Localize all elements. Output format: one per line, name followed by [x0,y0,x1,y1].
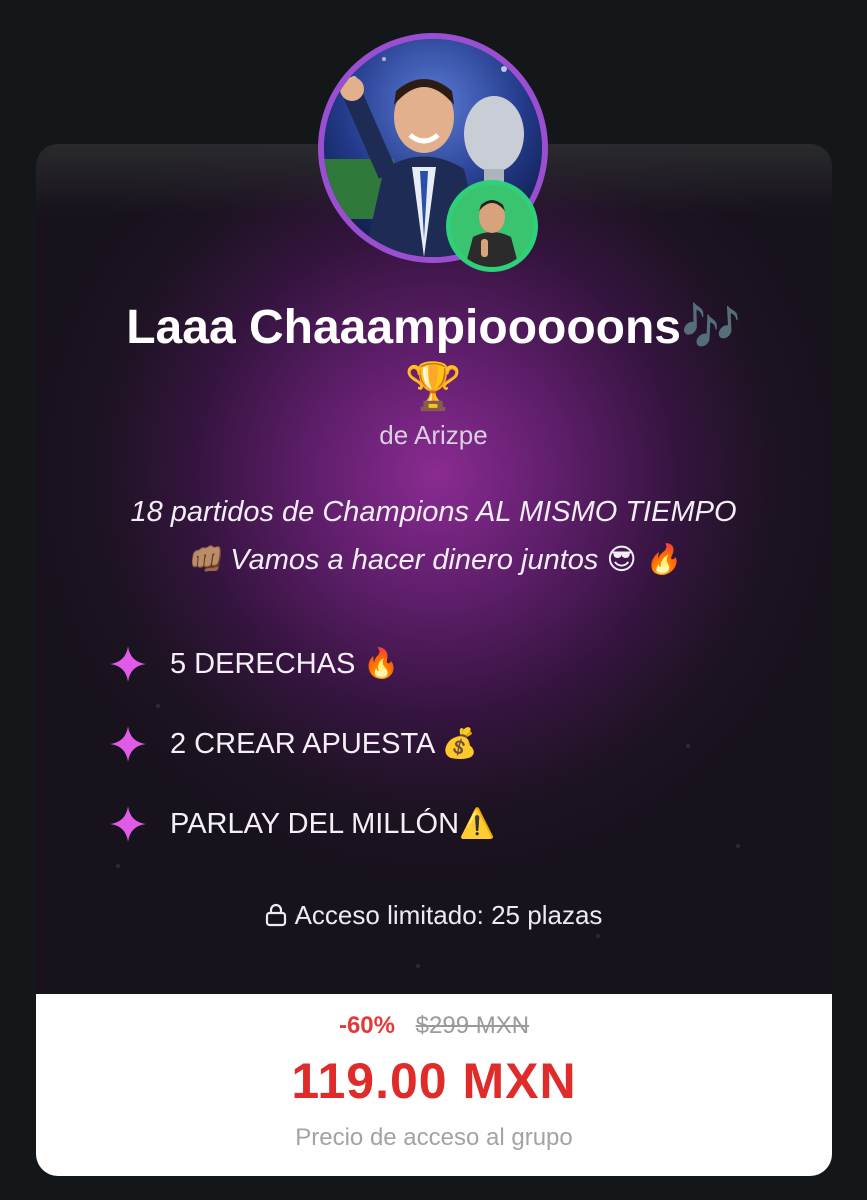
discount-badge: -60% [338,1012,395,1039]
access-text: Acceso limitado: 25 plazas [294,900,603,930]
sparkle-icon [110,726,146,762]
feature-label: PARLAY DEL MILLÓN⚠️ [170,808,496,840]
feature-item: PARLAY DEL MILLÓN⚠️ [108,784,495,864]
music-notes-icon: 🎶 [681,301,741,354]
creator-avatar-badge [446,180,538,272]
original-price: $299 MXN [415,1012,530,1039]
group-author: de Arizpe [379,420,488,450]
creator-avatar-image [451,185,533,267]
price-comparison: -60% $299 MXN [36,1012,832,1040]
feature-list: 5 DERECHAS 🔥 2 CREAR APUESTA 💰 PARLAY DE… [108,624,495,864]
sparkle-icon [110,646,146,682]
access-info: Acceso limitado: 25 plazas [0,900,867,931]
feature-label: 5 DERECHAS 🔥 [170,648,400,680]
group-title: Laaa Chaaampiooooons🎶 [0,298,867,358]
group-description: 18 partidos de Champions AL MISMO TIEMPO… [0,488,867,584]
description-line-1: 18 partidos de Champions AL MISMO TIEMPO [130,496,737,528]
price-panel[interactable]: -60% $299 MXN 119.00 MXN Precio de acces… [36,994,832,1176]
trophy-icon: 🏆 [404,360,463,412]
feature-item: 5 DERECHAS 🔥 [108,624,495,704]
lock-icon [265,903,286,927]
sparkle-icon [110,806,146,842]
price-caption: Precio de acceso al grupo [295,1124,573,1151]
feature-item: 2 CREAR APUESTA 💰 [108,704,495,784]
feature-label: 2 CREAR APUESTA 💰 [170,728,478,760]
group-title-text: Laaa Chaaampiooooons [126,301,681,354]
current-price: 119.00 MXN [291,1053,577,1109]
description-line-2: 👊🏽 Vamos a hacer dinero juntos 😎 🔥 [186,544,681,576]
